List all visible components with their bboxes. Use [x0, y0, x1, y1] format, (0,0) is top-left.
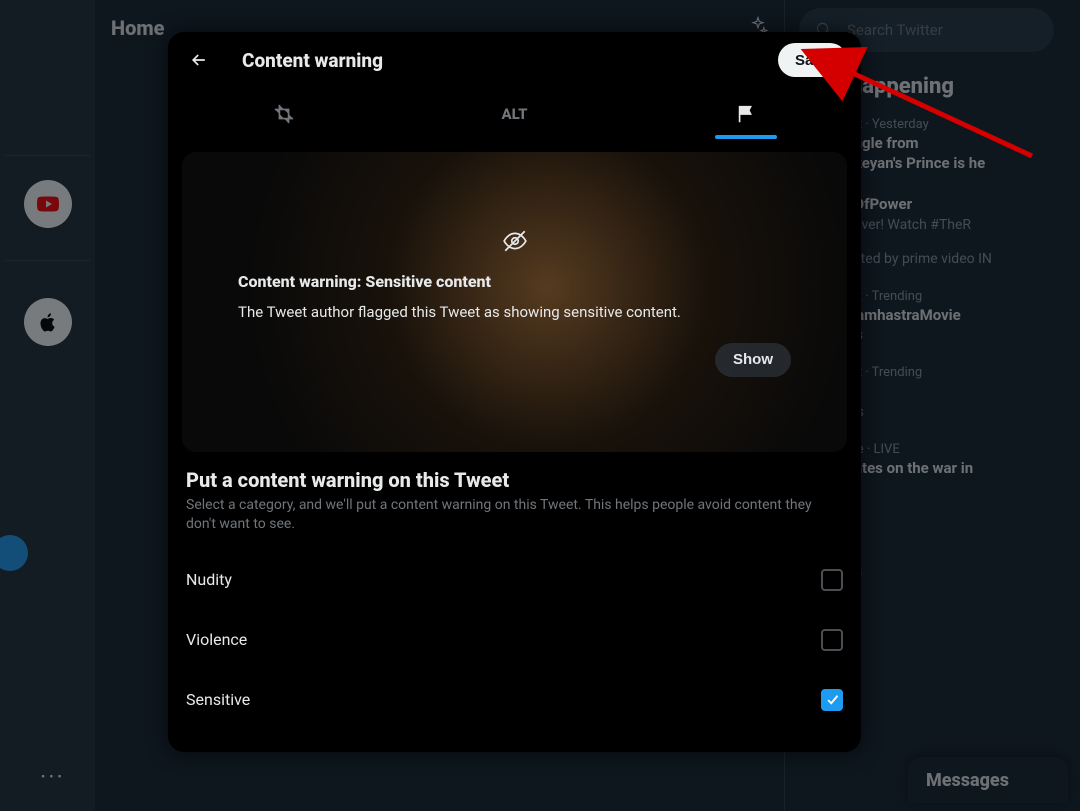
- eye-off-icon: [502, 228, 528, 258]
- tab-crop[interactable]: [168, 88, 399, 139]
- preview-heading: Content warning: Sensitive content: [238, 272, 791, 291]
- category-desc: Select a category, and we'll put a conte…: [186, 496, 843, 534]
- modal-header: Content warning Save: [168, 32, 861, 88]
- category-section: Put a content warning on this Tweet Sele…: [168, 452, 861, 730]
- checkbox-sensitive[interactable]: [821, 689, 843, 711]
- save-button[interactable]: Save: [778, 43, 847, 77]
- checkbox-violence[interactable]: [821, 629, 843, 651]
- show-button[interactable]: Show: [715, 343, 791, 377]
- modal-title: Content warning: [242, 49, 752, 72]
- option-violence[interactable]: Violence: [186, 610, 843, 670]
- checkbox-nudity[interactable]: [821, 569, 843, 591]
- option-nudity[interactable]: Nudity: [186, 550, 843, 610]
- preview-body: The Tweet author flagged this Tweet as s…: [238, 303, 791, 321]
- preview-panel: Content warning: Sensitive content The T…: [182, 152, 847, 452]
- content-warning-modal: Content warning Save ALT Content warning…: [168, 32, 861, 752]
- tab-flag[interactable]: [630, 88, 861, 139]
- option-sensitive[interactable]: Sensitive: [186, 670, 843, 730]
- modal-tabs: ALT: [168, 88, 861, 140]
- tab-alt[interactable]: ALT: [399, 88, 630, 139]
- category-heading: Put a content warning on this Tweet: [186, 468, 843, 492]
- back-button[interactable]: [182, 43, 216, 77]
